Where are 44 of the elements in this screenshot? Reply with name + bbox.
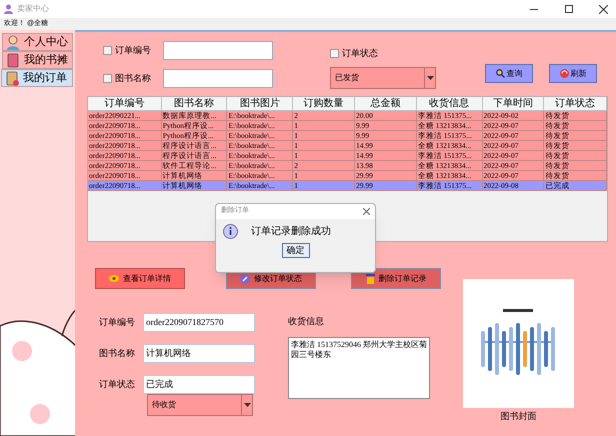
person-icon (6, 34, 20, 50)
status-dropdown[interactable]: 已发货 (330, 66, 436, 88)
ok-button[interactable]: 确定 (282, 243, 310, 258)
text-field[interactable]: 已完成 (143, 375, 255, 394)
window-title: 卖家中心 (17, 3, 50, 15)
filter-label: 订单编号 (115, 44, 152, 57)
close-icon[interactable] (363, 208, 370, 215)
refresh-icon (560, 69, 568, 78)
checkbox[interactable] (103, 46, 112, 55)
close-icon[interactable] (599, 4, 608, 14)
refresh-button[interactable]: 刷新 (549, 64, 597, 83)
caret-icon (426, 76, 434, 80)
trash-icon (366, 274, 374, 284)
field-label: 订单编号 (99, 316, 136, 329)
checkbox[interactable] (330, 49, 339, 58)
eye-icon (109, 275, 119, 282)
filter-label: 图书名称 (115, 72, 152, 85)
field-label: 图书名称 (99, 346, 136, 360)
clipboard-icon (5, 70, 19, 86)
sidebar-tab[interactable]: 个人中心 (2, 33, 73, 51)
field-label: 收货信息 (288, 315, 325, 328)
edit-icon (240, 274, 250, 284)
sidebar-tab[interactable]: 我的书摊 (2, 51, 73, 69)
field-label: 订单状态 (99, 378, 136, 391)
search-icon (496, 69, 504, 78)
caret-icon (244, 403, 250, 407)
book-icon (6, 52, 20, 68)
text-field[interactable] (163, 69, 273, 88)
text-field[interactable]: 计算机网络 (143, 344, 255, 363)
user-icon (4, 4, 13, 14)
search-button[interactable]: 查询 (485, 64, 533, 83)
view-details-button[interactable]: 查看订单详情 (95, 268, 185, 289)
text-field[interactable]: order2209071827570 (143, 313, 255, 332)
checkbox[interactable] (103, 74, 112, 83)
info-icon (223, 224, 238, 239)
maximize-button[interactable] (565, 5, 573, 13)
sidebar-tab[interactable]: 我的订单 (1, 69, 73, 87)
cover-caption: 图书封面 (500, 410, 536, 423)
text-field[interactable] (163, 41, 273, 60)
address-text-area[interactable]: 李雅洁 15137529046 郑州大学主校区菊园三号楼东 (288, 336, 430, 398)
dialog-message: 订单记录删除成功 (251, 224, 331, 239)
filter-label: 订单状态 (342, 47, 378, 60)
delete-order-button[interactable]: 删除订单记录 (351, 268, 441, 289)
status-dropdown[interactable]: 待收货 (147, 394, 253, 416)
